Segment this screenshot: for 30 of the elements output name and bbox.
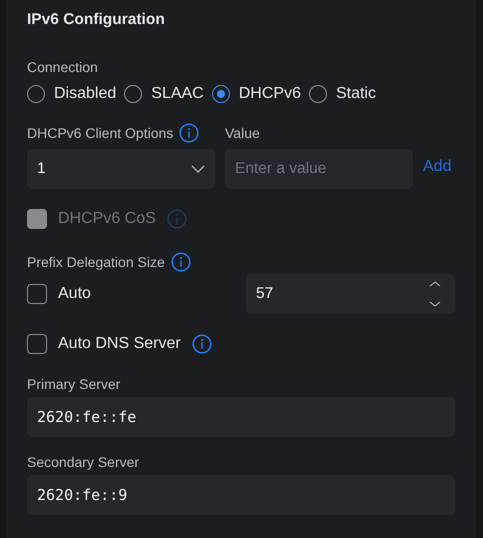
field-label: Prefix Delegation Size	[27, 254, 165, 270]
radio-button[interactable]	[212, 85, 230, 103]
field-label: DHCPv6 Client Options	[27, 125, 174, 141]
checkbox-label: Auto DNS Server	[58, 335, 181, 353]
dropdown[interactable]: 1	[27, 149, 215, 189]
info-icon[interactable]	[192, 334, 212, 354]
info-icon[interactable]	[170, 252, 191, 272]
section-title: IPv6 Configuration	[27, 11, 166, 29]
checkbox[interactable]	[27, 284, 47, 304]
value-field[interactable]: Enter a value	[225, 149, 413, 189]
checkbox-label: DHCPv6 CoS	[58, 210, 156, 228]
number-field[interactable]: 57	[246, 274, 455, 314]
radio-button[interactable]	[124, 85, 142, 103]
radio-option[interactable]: Static	[308, 85, 376, 103]
radio-button[interactable]	[27, 85, 45, 103]
radio-button[interactable]	[308, 85, 327, 103]
radio-option[interactable]: DHCPv6	[212, 85, 301, 103]
info-icon[interactable]	[179, 123, 200, 143]
radio-option[interactable]: SLAAC	[124, 85, 204, 103]
server-field[interactable]: 2620:fe::9	[27, 475, 455, 515]
chevron-down-icon	[191, 165, 205, 173]
field-label: Connection	[27, 59, 98, 75]
field-label: Secondary Server	[27, 454, 140, 470]
checkbox-label: Auto	[58, 285, 91, 303]
radio-option[interactable]: Disabled	[27, 85, 116, 103]
checkbox[interactable]	[27, 334, 47, 354]
server-field[interactable]: 2620:fe::fe	[27, 397, 455, 437]
field-label: Value	[225, 125, 260, 141]
field-label: Primary Server	[27, 376, 120, 392]
stepper-icon[interactable]	[429, 280, 441, 308]
